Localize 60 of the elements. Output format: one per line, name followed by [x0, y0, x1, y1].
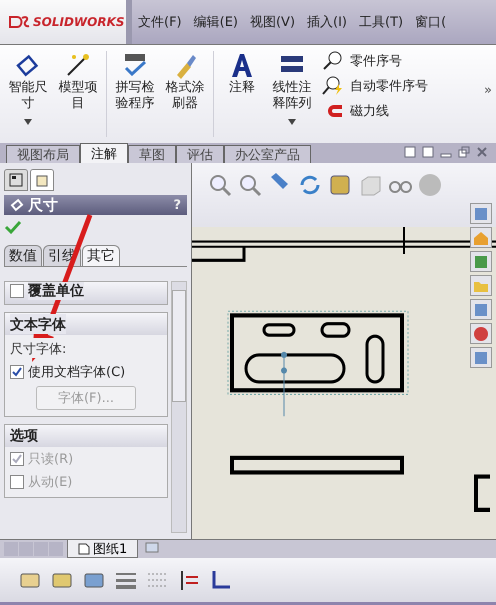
- tab[interactable]: 草图: [128, 145, 176, 163]
- ribbon-button[interactable]: 线性注释阵列: [268, 51, 316, 125]
- task-pane-button[interactable]: [470, 347, 492, 368]
- menu-item[interactable]: 工具(T): [353, 13, 410, 31]
- close-icon[interactable]: [476, 146, 488, 158]
- menu-item[interactable]: 视图(V): [244, 13, 302, 31]
- help-button[interactable]: ?: [173, 198, 181, 212]
- property-icon: [35, 173, 49, 187]
- task-pane-button[interactable]: [470, 203, 492, 224]
- tab[interactable]: 视图布局: [6, 145, 80, 163]
- panel-title: 尺寸: [28, 196, 58, 214]
- group-title: 文本字体: [10, 317, 66, 333]
- tab[interactable]: 评估: [176, 145, 224, 163]
- sheet-tab[interactable]: 图纸1: [67, 540, 138, 558]
- home-icon: [473, 230, 489, 246]
- restore-icon[interactable]: [458, 146, 470, 158]
- ribbon-button[interactable]: 模型项目: [54, 51, 102, 112]
- tile-left-icon[interactable]: [404, 146, 416, 158]
- menu-item[interactable]: 文件(F): [132, 13, 188, 31]
- auto-balloon-icon: [322, 76, 344, 96]
- sheet-icon: [78, 542, 90, 554]
- sub-tab[interactable]: 其它: [82, 245, 120, 266]
- ribbon-button[interactable]: 注释: [218, 51, 266, 96]
- scrollbar[interactable]: [171, 281, 187, 533]
- balloon-icon: [322, 51, 344, 71]
- task-pane-button[interactable]: [470, 227, 492, 248]
- task-pane-button[interactable]: [470, 251, 492, 272]
- ribbon-button[interactable]: 拼写检验程序: [111, 51, 159, 112]
- tab[interactable]: 注解: [80, 143, 128, 163]
- task-pane-button[interactable]: [470, 299, 492, 320]
- feature-tree-tab[interactable]: [4, 169, 28, 191]
- sphere-icon[interactable]: [418, 173, 442, 197]
- menu-item[interactable]: 插入(I): [301, 13, 354, 31]
- ds-logo-icon: [8, 14, 30, 30]
- brand-name: SOLIDWORKS: [33, 15, 125, 29]
- dimension-icon: [10, 198, 24, 212]
- sub-tab[interactable]: 数值: [4, 245, 42, 266]
- zoom-fit-icon[interactable]: [208, 173, 232, 197]
- add-sheet-icon[interactable]: [144, 540, 160, 554]
- ribbon-button[interactable]: 磁力线: [322, 101, 428, 121]
- tile-right-icon[interactable]: [422, 146, 434, 158]
- ribbon-button[interactable]: 格式涂刷器: [161, 51, 209, 112]
- overflow-button[interactable]: »: [484, 83, 492, 98]
- zoom-area-icon[interactable]: [238, 173, 262, 197]
- ok-check-icon[interactable]: [4, 219, 22, 235]
- task-pane-button[interactable]: [470, 275, 492, 296]
- checkbox[interactable]: [10, 284, 24, 298]
- tab[interactable]: 办公室产品: [224, 145, 311, 163]
- checkbox[interactable]: [10, 365, 24, 379]
- ribbon-button[interactable]: 智能尺寸: [4, 51, 52, 125]
- property-tab[interactable]: [30, 169, 54, 191]
- field-label: 尺寸字体:: [10, 342, 66, 357]
- task-pane-button[interactable]: [470, 323, 492, 344]
- rotate-icon[interactable]: [298, 173, 322, 197]
- menu-item[interactable]: 窗口(: [409, 13, 452, 31]
- ribbon-button[interactable]: 零件序号: [322, 51, 428, 71]
- ribbon-button[interactable]: 自动零件序号: [322, 76, 428, 96]
- menu-item[interactable]: 编辑(E): [188, 13, 244, 31]
- group-title: 选项: [10, 427, 38, 445]
- scroll-thumb[interactable]: [172, 290, 186, 402]
